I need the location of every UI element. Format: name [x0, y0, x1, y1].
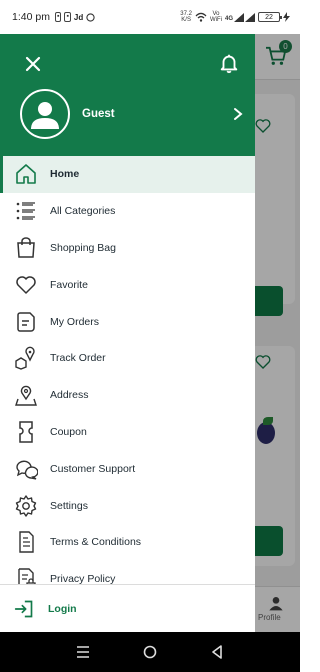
wifi-icon	[195, 12, 207, 22]
battery-icon: 22	[258, 12, 282, 22]
menu-item-label: Shopping Bag	[50, 241, 116, 254]
avatar	[20, 89, 70, 139]
profile-name: Guest	[82, 108, 115, 120]
menu-item-settings[interactable]: Settings	[0, 487, 255, 524]
menu-item-address[interactable]: Address	[0, 377, 255, 414]
status-bar: 1:40 pm ▪ ▪ Jd 37.2 K/S Vo WiFi 4G 22	[0, 0, 300, 34]
menu-item-label: Favorite	[50, 278, 88, 291]
notification-icons: ▪ ▪ Jd	[54, 12, 95, 22]
orders-icon	[17, 311, 35, 332]
track-order-icon	[15, 347, 35, 371]
volte-indicator: Vo WiFi	[210, 11, 222, 23]
profile-row[interactable]: Guest	[20, 89, 245, 139]
whatsapp-icon	[86, 12, 95, 22]
coupon-icon	[19, 421, 33, 443]
menu-item-label: Track Order	[50, 352, 106, 365]
close-icon[interactable]	[23, 54, 43, 74]
network-speed-unit: K/S	[181, 17, 191, 23]
menu-item-my-orders[interactable]: My Orders	[0, 303, 255, 340]
network-speed: 37.2 K/S	[180, 11, 192, 23]
menu-item-label: Home	[50, 168, 80, 181]
login-label: Login	[48, 602, 77, 615]
shopping-bag-icon	[17, 237, 35, 258]
categories-icon	[16, 202, 35, 220]
chevron-right-icon[interactable]	[231, 107, 245, 121]
volte-bottom: WiFi	[209, 17, 222, 23]
menu-item-label: All Categories	[50, 205, 116, 218]
sim-icon: ▪	[54, 12, 62, 22]
bell-icon[interactable]	[218, 52, 240, 74]
gear-icon	[15, 494, 37, 517]
menu-item-coupon[interactable]: Coupon	[0, 414, 255, 451]
notification-text: Jd	[73, 12, 84, 22]
menu-item-label: Settings	[50, 499, 88, 512]
menu-item-label: Address	[50, 389, 89, 402]
menu-item-all-categories[interactable]: All Categories	[0, 193, 255, 230]
app-notification-icon: ▪	[64, 12, 71, 22]
battery-level: 22	[265, 13, 273, 21]
menu-item-track-order[interactable]: Track Order	[0, 340, 255, 377]
scrim-overlay[interactable]	[255, 34, 300, 632]
menu-item-terms[interactable]: Terms & Conditions	[0, 524, 255, 561]
menu-item-favorite[interactable]: Favorite	[0, 266, 255, 303]
login-button[interactable]: Login	[0, 584, 255, 632]
back-triangle-icon	[211, 645, 222, 659]
menu-item-label: Privacy Policy	[50, 573, 116, 584]
system-nav-bar	[0, 632, 300, 672]
drawer-header: Guest	[0, 34, 255, 156]
menu-item-home[interactable]: Home	[0, 156, 255, 193]
login-icon	[14, 600, 33, 617]
navigation-drawer: Guest Home All Categories Shopping Bag F…	[0, 34, 255, 632]
signal-label: 4G	[224, 15, 233, 22]
status-time: 1:40 pm	[12, 11, 50, 23]
menu-item-shopping-bag[interactable]: Shopping Bag	[0, 230, 255, 267]
address-icon	[15, 385, 37, 406]
menu-item-label: Customer Support	[50, 462, 136, 475]
menu-item-privacy-policy[interactable]: Privacy Policy	[0, 561, 255, 584]
circle-icon	[143, 645, 157, 659]
charging-icon	[283, 12, 290, 22]
avatar-icon	[31, 102, 59, 129]
recent-apps-button[interactable]	[73, 642, 93, 662]
background-app: 0 Profile	[255, 34, 300, 632]
heart-icon	[16, 276, 36, 294]
support-icon	[16, 460, 38, 480]
privacy-icon	[18, 568, 36, 584]
drawer-menu: Home All Categories Shopping Bag Favorit…	[0, 156, 255, 584]
menu-lines-icon	[77, 646, 90, 658]
menu-item-label: My Orders	[50, 315, 100, 328]
signal-icon: 4G	[224, 12, 255, 22]
menu-item-label: Terms & Conditions	[50, 536, 142, 549]
menu-item-label: Coupon	[50, 425, 87, 438]
back-button[interactable]	[207, 642, 227, 662]
terms-icon	[19, 531, 34, 554]
home-icon	[16, 164, 36, 185]
menu-item-customer-support[interactable]: Customer Support	[0, 450, 255, 487]
home-button[interactable]	[140, 642, 160, 662]
